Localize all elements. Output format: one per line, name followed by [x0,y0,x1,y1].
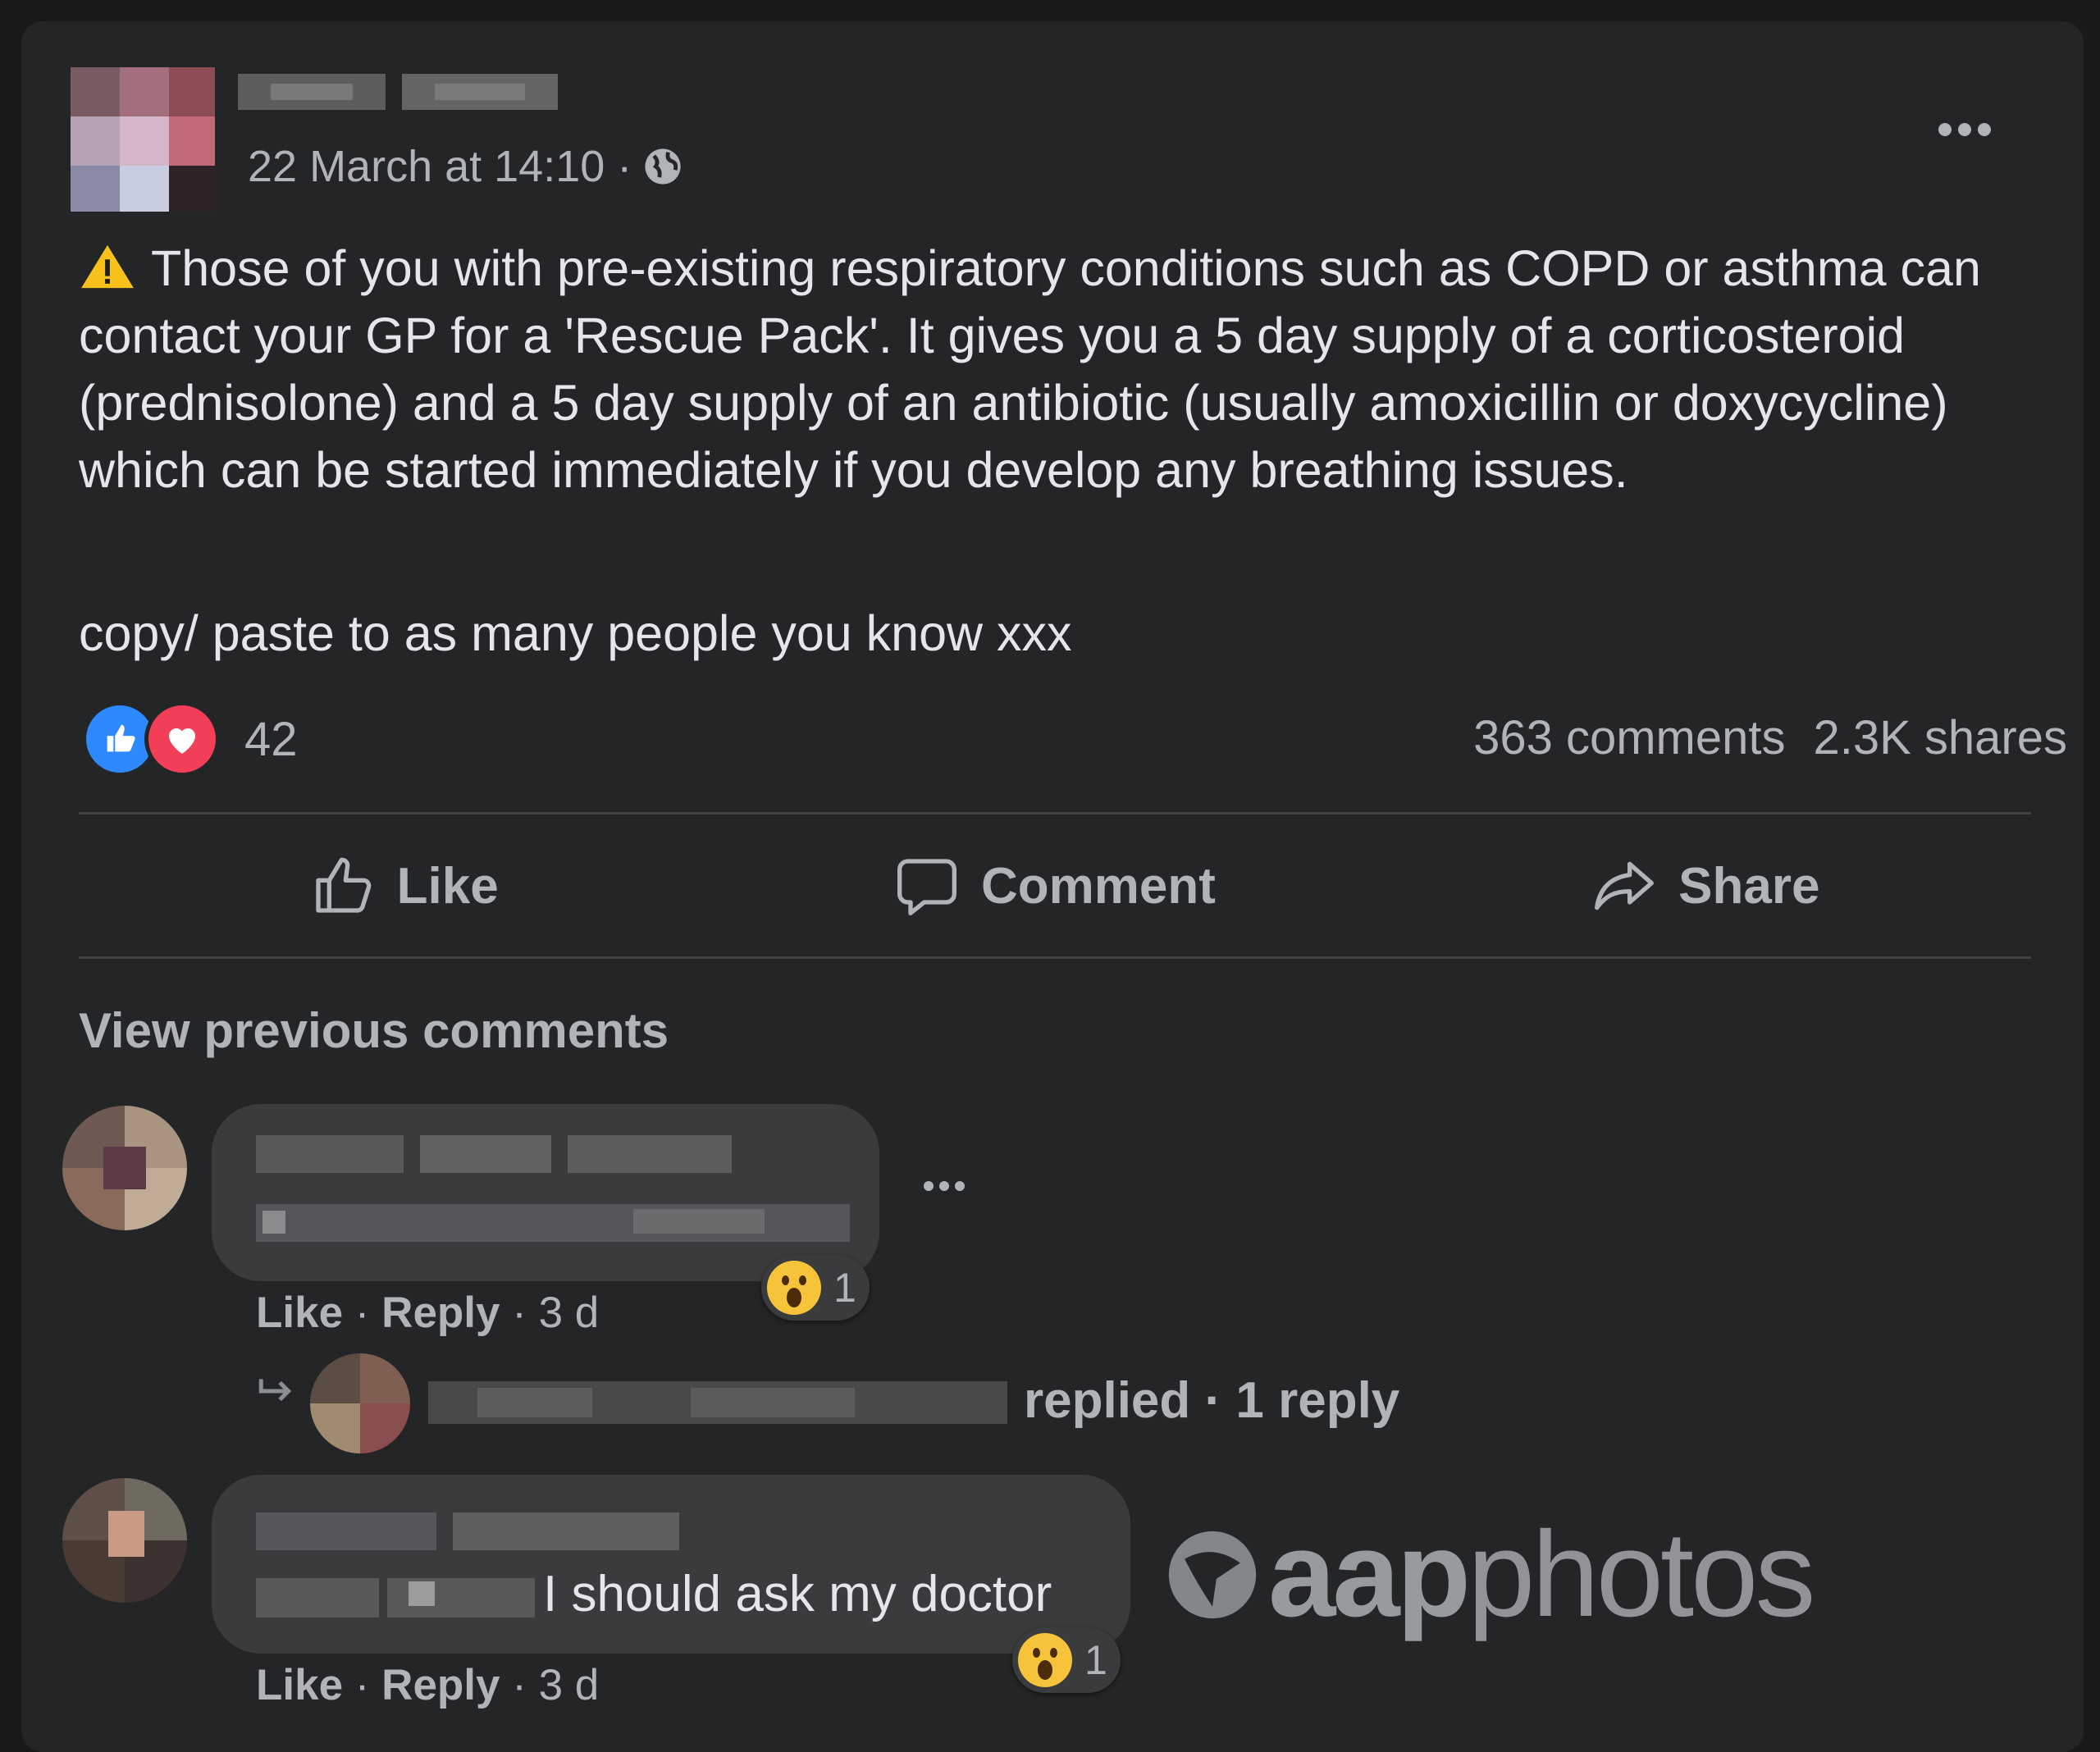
comment-text-redacted [256,1201,850,1245]
more-dots-icon [1938,123,1952,136]
timestamp-text: 22 March at 14:10 · [248,142,632,191]
replies-summary[interactable]: replied · 1 reply [1024,1371,1399,1430]
post-action-bar: Like Comment Share [79,820,2031,951]
share-arrow-icon [1595,861,1655,910]
love-reaction-icon [144,701,220,777]
comment-options-button[interactable] [924,1181,965,1191]
post-body: Those of you with pre-existing respirato… [79,235,2048,504]
commenter-name-redacted [256,1130,732,1179]
post-options-button[interactable] [1928,105,2002,154]
comment-text-redacted [256,1573,535,1622]
globe-icon [645,148,681,185]
wow-emoji-icon [767,1261,821,1315]
comment-meta: Like · Reply · 3 d [256,1661,600,1709]
comment-label: Comment [981,857,1216,915]
commenter-name-redacted [256,1509,679,1555]
share-button[interactable]: Share [1381,820,2031,951]
like-label: Like [396,857,499,915]
warning-icon [81,244,134,289]
shares-count-link[interactable]: 2.3K shares [1813,710,2067,765]
comment-age: · 3 d [512,1289,600,1337]
comment-reaction-badge[interactable]: 1 [1012,1627,1121,1693]
reply-avatar [310,1353,410,1453]
author-name-redacted[interactable] [238,66,558,116]
reaction-summary[interactable]: 42 [82,701,298,777]
author-avatar[interactable] [71,67,215,212]
watermark-text: aapphotos [1268,1514,1815,1636]
divider [79,812,2031,814]
comment-reply-link[interactable]: Reply [381,1289,500,1337]
divider [79,956,2031,959]
comment-reaction-count: 1 [833,1265,856,1311]
commenter-avatar[interactable] [62,1106,187,1230]
reaction-count: 42 [244,712,298,766]
post-body-text: Those of you with pre-existing respirato… [79,240,1981,498]
comment-like-link[interactable]: Like [256,1661,343,1709]
more-dots-icon [924,1181,934,1191]
thumbs-up-icon [315,857,371,913]
view-previous-comments-link[interactable]: View previous comments [79,1002,669,1059]
post-stats: 363 comments 2.3K shares [1473,710,2067,765]
watermark-brand-light: photos [1468,1507,1815,1642]
wow-emoji-icon [1018,1633,1072,1687]
post-body-second-paragraph: copy/ paste to as many people you know x… [79,605,1072,661]
comment-reaction-count: 1 [1084,1637,1107,1683]
comment-button[interactable]: Comment [729,820,1380,951]
post-timestamp[interactable]: 22 March at 14:10 · [248,141,684,192]
comment-bubble-icon [897,859,957,915]
comment-like-link[interactable]: Like [256,1289,343,1337]
replies-row[interactable] [256,1375,297,1408]
comment-text: I should ask my doctor [543,1566,1052,1622]
comment-reply-link[interactable]: Reply [381,1661,500,1709]
comment-bubble[interactable] [212,1475,1130,1654]
aap-photos-watermark: aapphotos [1165,1509,1815,1640]
like-button[interactable]: Like [79,820,729,951]
share-label: Share [1678,857,1820,915]
comments-count-link[interactable]: 363 comments [1473,710,1785,765]
watermark-brand-bold: aap [1268,1507,1471,1642]
comment-age: · 3 d [512,1661,600,1709]
reply-author-redacted [428,1378,1007,1427]
commenter-avatar[interactable] [62,1478,187,1603]
comment-reaction-badge[interactable]: 1 [761,1255,870,1321]
reply-arrow-icon [258,1379,292,1402]
comment-meta: Like · Reply · 3 d [256,1289,600,1337]
aap-logo-icon [1168,1531,1257,1619]
